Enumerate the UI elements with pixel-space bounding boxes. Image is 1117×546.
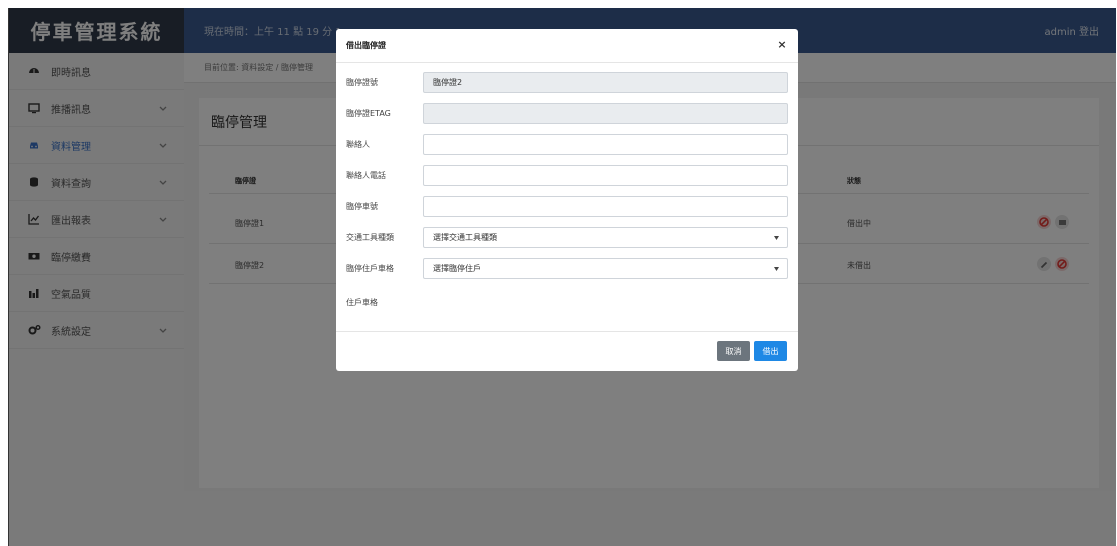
loan-permit-modal: 借出臨停證 × 臨停證號 臨停證2 臨停證ETAG 聯絡人 聯絡人電話 臨停車號… [336, 29, 798, 371]
form-row-plate-number: 臨停車號 [346, 196, 788, 217]
form-row-permit-number: 臨停證號 臨停證2 [346, 72, 788, 93]
caret-down-icon [774, 267, 779, 271]
permit-etag-field[interactable] [423, 103, 788, 124]
form-row-resident-space: 臨停住戶車格 選擇臨停住戶 [346, 258, 788, 279]
field-label: 聯絡人 [346, 140, 370, 149]
select-value: 選擇交通工具種類 [433, 233, 497, 242]
form-row-vehicle-type: 交通工具種類 選擇交通工具種類 [346, 227, 788, 248]
caret-down-icon [774, 236, 779, 240]
modal-title: 借出臨停證 [346, 41, 386, 50]
field-label: 聯絡人電話 [346, 171, 386, 180]
form-row-permit-etag: 臨停證ETAG [346, 103, 788, 124]
loan-button[interactable]: 借出 [754, 341, 787, 361]
contact-field[interactable] [423, 134, 788, 155]
form-row-contact: 聯絡人 [346, 134, 788, 155]
close-icon[interactable]: × [776, 39, 788, 51]
modal-header: 借出臨停證 × [336, 29, 798, 63]
permit-number-field[interactable]: 臨停證2 [423, 72, 788, 93]
plate-number-field[interactable] [423, 196, 788, 217]
app-frame: 停車管理系統 即時訊息 推播訊息 資料管理 資料查詢 匯出報表 臨停繳費 [8, 8, 1116, 546]
field-label: 臨停住戶車格 [346, 264, 394, 273]
field-label: 臨停證號 [346, 78, 378, 87]
contact-phone-field[interactable] [423, 165, 788, 186]
form-row-contact-phone: 聯絡人電話 [346, 165, 788, 186]
select-value: 選擇臨停住戶 [433, 264, 481, 273]
field-label: 臨停證ETAG [346, 109, 391, 118]
field-label: 交通工具種類 [346, 233, 394, 242]
form-row-household-space: 住戶車格 [346, 292, 788, 313]
divider [336, 331, 798, 332]
field-label: 臨停車號 [346, 202, 378, 211]
vehicle-type-select[interactable]: 選擇交通工具種類 [423, 227, 788, 248]
field-label: 住戶車格 [346, 298, 378, 307]
cancel-button[interactable]: 取消 [717, 341, 750, 361]
resident-select[interactable]: 選擇臨停住戶 [423, 258, 788, 279]
